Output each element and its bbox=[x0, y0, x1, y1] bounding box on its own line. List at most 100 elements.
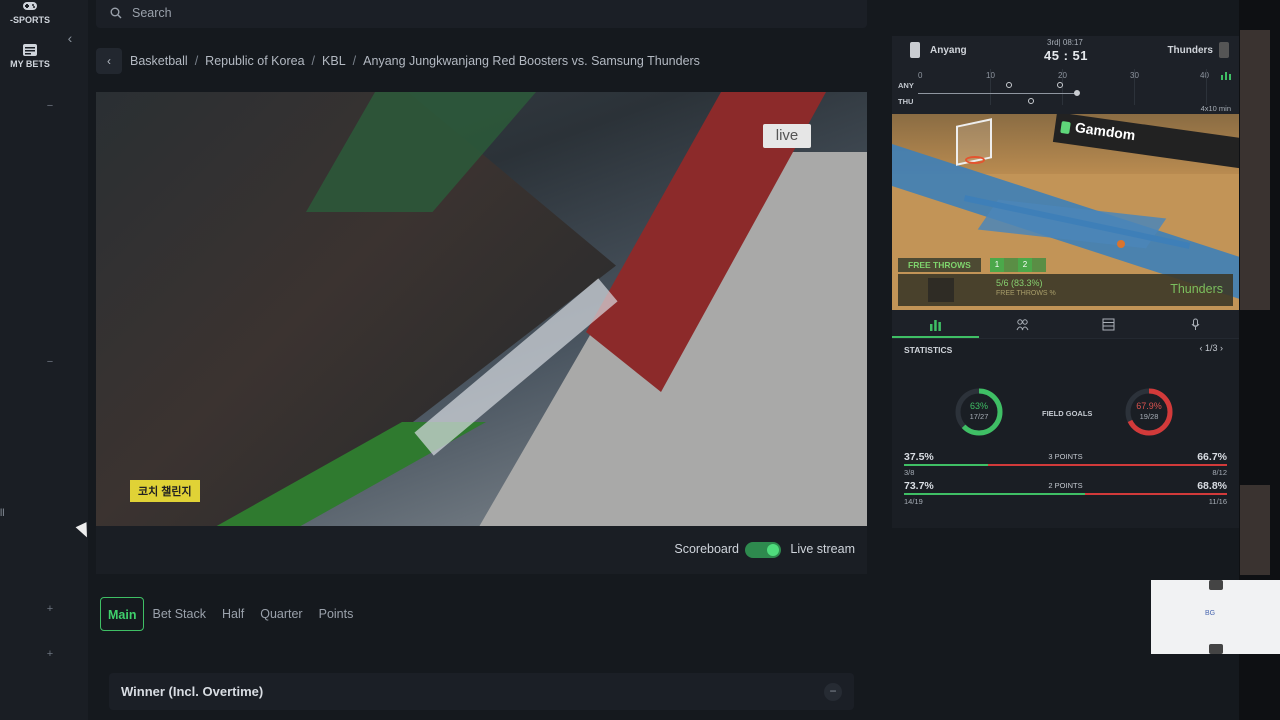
stat-right-percent: 68.8% bbox=[1197, 480, 1227, 492]
stat-left-count: 3/8 bbox=[904, 468, 915, 477]
field-goals-label: FIELD GOALS bbox=[1042, 409, 1093, 418]
timeline-event-dot bbox=[1006, 82, 1012, 88]
free-throw-caption: FREE THROWS % bbox=[996, 290, 1056, 297]
free-throw-team: Thunders bbox=[1170, 282, 1223, 296]
sidebar-item-my-bets[interactable]: MY BETS bbox=[0, 44, 60, 69]
match-tracker-panel: Anyang 3rd| 08:17 45 : 51 Thunders 0 10 … bbox=[892, 36, 1239, 528]
toggle-knob bbox=[767, 544, 779, 556]
livestream-label: Live stream bbox=[790, 542, 855, 556]
timeline-tick: 0 bbox=[918, 71, 923, 80]
background-thumbnail bbox=[1240, 30, 1270, 310]
tab-bet-stack[interactable]: Bet Stack bbox=[144, 597, 214, 631]
free-throws-label: FREE THROWS bbox=[898, 258, 981, 272]
breadcrumb-item[interactable]: Republic of Korea bbox=[205, 54, 304, 68]
breadcrumb-item[interactable]: KBL bbox=[322, 54, 346, 68]
timeline-current-dot bbox=[1074, 90, 1080, 96]
tab-list[interactable] bbox=[1066, 310, 1153, 338]
tab-points[interactable]: Points bbox=[311, 597, 362, 631]
collapse-minus-icon[interactable]: − bbox=[44, 100, 56, 112]
search-icon bbox=[110, 7, 122, 19]
market-winner[interactable]: Winner (Incl. Overtime) − bbox=[109, 673, 854, 710]
scoreboard-livestream-toggle[interactable] bbox=[745, 542, 781, 558]
tab-commentary[interactable] bbox=[1152, 310, 1239, 338]
timeline-progress bbox=[918, 93, 1078, 94]
breadcrumb: ‹ Basketball / Republic of Korea / KBL /… bbox=[96, 48, 700, 74]
timeline-event-dot bbox=[1028, 98, 1034, 104]
team-b-name: Thunders bbox=[1167, 45, 1213, 56]
jersey-icon bbox=[910, 42, 920, 58]
stat-bar-left bbox=[904, 464, 988, 466]
collapse-sidebar-button[interactable]: ‹ bbox=[60, 28, 80, 48]
stat-bar-left bbox=[904, 493, 1085, 495]
video-controls-bar: Scoreboard Live stream bbox=[96, 526, 867, 574]
donut-count: 17/27 bbox=[969, 412, 989, 421]
score: 45 : 51 bbox=[1044, 48, 1088, 63]
sidebar-item-label: -SPORTS bbox=[9, 15, 50, 25]
timeline-tick: 40 bbox=[1200, 71, 1209, 80]
sidebar-edge-text: ll bbox=[0, 508, 5, 519]
tab-quarter[interactable]: Quarter bbox=[252, 597, 310, 631]
jersey-icon bbox=[1219, 42, 1229, 58]
free-throw-panel: 5/6 (83.3%) FREE THROWS % Thunders bbox=[898, 274, 1233, 306]
collapse-market-button[interactable]: − bbox=[824, 683, 842, 701]
timeline-event-dot bbox=[1057, 82, 1063, 88]
free-throw-attempt: 1 bbox=[990, 258, 1004, 272]
left-sidebar: -SPORTS MY BETS − − + + ‹ ll bbox=[0, 0, 88, 720]
timeline-divider bbox=[1134, 69, 1135, 105]
donut-count: 19/28 bbox=[1139, 412, 1159, 421]
collapse-minus-icon[interactable]: − bbox=[44, 356, 56, 368]
stat-label: 3 POINTS bbox=[1048, 452, 1083, 461]
tab-main[interactable]: Main bbox=[100, 597, 145, 631]
bar-chart-icon bbox=[929, 319, 941, 331]
free-throw-attempt bbox=[1032, 258, 1046, 272]
tracker-tabs bbox=[892, 310, 1239, 338]
timeline-row-any: ANY bbox=[898, 81, 914, 90]
free-throw-value: 5/6 (83.3%) bbox=[996, 278, 1043, 288]
bar-chart-icon bbox=[1221, 72, 1231, 80]
hoop-rim bbox=[965, 156, 985, 164]
players-icon bbox=[1016, 318, 1029, 330]
donut-right-label: 67.9% 19/28 bbox=[1124, 401, 1174, 421]
live-stream-video[interactable]: live 코치 챌린지 bbox=[96, 92, 867, 526]
search-bar[interactable] bbox=[96, 0, 867, 28]
stat-label: 2 POINTS bbox=[1048, 481, 1083, 490]
floating-popup[interactable]: BG bbox=[1151, 580, 1280, 654]
timeline-row-thu: THU bbox=[898, 97, 914, 106]
popup-text: BG bbox=[1205, 610, 1216, 617]
ball-icon bbox=[1117, 240, 1125, 248]
free-throw-attempt bbox=[1004, 258, 1018, 272]
donut-percent: 63% bbox=[969, 401, 988, 411]
live-badge: live bbox=[763, 124, 811, 148]
chevron-left-icon: ‹ bbox=[107, 54, 111, 68]
expand-plus-icon[interactable]: + bbox=[44, 648, 56, 660]
sidebar-item-esports[interactable]: -SPORTS bbox=[0, 0, 60, 25]
breadcrumb-separator: / bbox=[194, 54, 199, 68]
donut-left-label: 63% 17/27 bbox=[954, 401, 1004, 421]
back-button[interactable]: ‹ bbox=[96, 48, 122, 74]
team-a-name: Anyang bbox=[930, 45, 967, 56]
stat-right-count: 8/12 bbox=[1212, 468, 1227, 477]
stat-right-count: 11/16 bbox=[1208, 497, 1227, 506]
tab-statistics[interactable] bbox=[892, 310, 979, 338]
search-input[interactable] bbox=[132, 4, 532, 22]
popup-bottom-icon bbox=[1209, 644, 1223, 654]
tab-lineups[interactable] bbox=[979, 310, 1066, 338]
statistics-title: STATISTICS bbox=[904, 345, 953, 355]
tab-half[interactable]: Half bbox=[214, 597, 252, 631]
statistics-panel: STATISTICS ‹ 1/3 › 63% 17/27 FIELD GOALS… bbox=[892, 338, 1239, 528]
timeline-divider bbox=[990, 69, 991, 105]
breadcrumb-separator: / bbox=[311, 54, 316, 68]
popup-top-icon bbox=[1209, 580, 1223, 590]
expand-plus-icon[interactable]: + bbox=[44, 603, 56, 615]
background-thumbnail bbox=[1240, 485, 1270, 575]
breadcrumb-item[interactable]: Basketball bbox=[130, 54, 188, 68]
court-visualization: Gamdom FREE THROWS 1 2 5/6 (83.3%) FREE … bbox=[892, 114, 1239, 310]
stat-right-percent: 66.7% bbox=[1197, 451, 1227, 463]
statistics-pager: ‹ 1/3 › bbox=[1199, 343, 1223, 353]
chevron-left-icon[interactable]: ‹ bbox=[1199, 343, 1202, 353]
gamdom-logo-icon bbox=[1060, 120, 1071, 135]
chevron-right-icon[interactable]: › bbox=[1220, 343, 1223, 353]
sponsor-name: Gamdom bbox=[1074, 118, 1137, 144]
scoreboard-label: Scoreboard bbox=[674, 542, 739, 556]
market-tabs: Main Bet Stack Half Quarter Points bbox=[100, 597, 361, 631]
